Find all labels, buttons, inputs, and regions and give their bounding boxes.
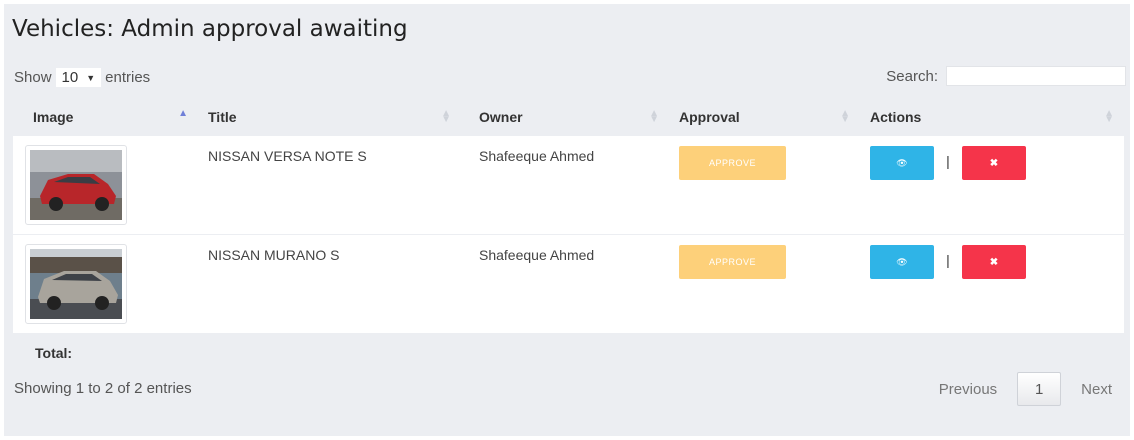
entries-length-select[interactable]: 10 ▼ xyxy=(55,68,102,87)
delete-button[interactable]: ✖ xyxy=(962,245,1026,279)
column-header-approval[interactable]: Approval ▲ ▼ xyxy=(669,98,860,136)
car-photo xyxy=(30,249,122,319)
previous-page-button[interactable]: Previous xyxy=(939,381,997,398)
column-header-label: Owner xyxy=(479,109,523,125)
column-header-image[interactable]: Image ▲▼ xyxy=(13,98,198,136)
image-cell xyxy=(13,235,198,333)
view-button[interactable]: 👁 xyxy=(870,146,934,180)
eye-icon: 👁 xyxy=(896,256,908,267)
approval-cell: APPROVE xyxy=(669,235,860,333)
search-control: Search: xyxy=(886,66,1126,86)
approval-cell: APPROVE xyxy=(669,136,860,234)
title-cell: NISSAN VERSA NOTE S xyxy=(208,148,367,164)
total-label: Total: xyxy=(35,345,73,361)
table-row: NISSAN MURANO S Shafeeque Ahmed APPROVE … xyxy=(13,235,1124,333)
column-header-owner[interactable]: Owner ▲ ▼ xyxy=(461,98,669,136)
eye-icon: 👁 xyxy=(896,157,908,168)
next-page-button[interactable]: Next xyxy=(1081,381,1112,398)
approve-button[interactable]: APPROVE xyxy=(679,245,786,279)
sort-ascending-icon: ▲▼ xyxy=(178,108,188,119)
length-suffix: entries xyxy=(105,69,151,86)
column-header-label: Title xyxy=(208,109,237,125)
actions-cell: 👁 | ✖ xyxy=(860,136,1124,234)
action-separator: | xyxy=(946,252,950,268)
x-icon: ✖ xyxy=(989,256,999,268)
table-header: Image ▲▼ Title ▲▼ Owner ▲▼ Approval ▲▼ A… xyxy=(13,98,1124,136)
search-input[interactable] xyxy=(946,66,1126,86)
vehicle-thumbnail[interactable] xyxy=(25,145,127,225)
vehicle-thumbnail[interactable] xyxy=(25,244,127,324)
approve-button[interactable]: APPROVE xyxy=(679,146,786,180)
column-header-label: Actions xyxy=(870,109,922,125)
page-title: Vehicles: Admin approval awaiting xyxy=(12,16,408,42)
delete-button[interactable]: ✖ xyxy=(962,146,1026,180)
content-panel: Vehicles: Admin approval awaiting Show 1… xyxy=(4,4,1130,436)
column-header-actions[interactable]: Actions ▲ ▼ xyxy=(860,98,1124,136)
pagination: Previous 1 Next xyxy=(939,372,1112,406)
column-header-title[interactable]: Title ▲ ▼ xyxy=(198,98,461,136)
owner-cell: Shafeeque Ahmed xyxy=(479,148,595,164)
table-body: NISSAN VERSA NOTE S Shafeeque Ahmed APPR… xyxy=(13,136,1124,333)
image-cell xyxy=(13,136,198,234)
actions-cell: 👁 | ✖ xyxy=(860,235,1124,333)
page-button-1[interactable]: 1 xyxy=(1017,372,1062,406)
caret-down-icon: ▼ xyxy=(86,72,96,83)
sort-icon: ▲ ▼ xyxy=(840,108,850,125)
entries-length-control: Show 10 ▼ entries xyxy=(14,68,150,87)
view-button[interactable]: 👁 xyxy=(870,245,934,279)
search-label: Search: xyxy=(886,67,938,85)
owner-cell: Shafeeque Ahmed xyxy=(479,247,595,263)
table-info: Showing 1 to 2 of 2 entries xyxy=(14,380,192,397)
car-photo xyxy=(30,150,122,220)
column-header-label: Image xyxy=(33,109,74,125)
column-header-label: Approval xyxy=(679,109,740,125)
sort-icon: ▲ ▼ xyxy=(441,108,451,125)
table-row: NISSAN VERSA NOTE S Shafeeque Ahmed APPR… xyxy=(13,136,1124,235)
length-prefix: Show xyxy=(14,69,52,86)
x-icon: ✖ xyxy=(989,157,999,169)
table-footer: Total: xyxy=(13,333,1124,373)
title-cell: NISSAN MURANO S xyxy=(208,247,340,263)
sort-icon: ▲ ▼ xyxy=(649,108,659,125)
sort-icon: ▲ ▼ xyxy=(1104,108,1114,125)
length-value: 10 xyxy=(61,69,79,86)
vehicles-table: Image ▲▼ Title ▲▼ Owner ▲▼ Approval ▲▼ A… xyxy=(13,98,1124,373)
action-separator: | xyxy=(946,153,950,169)
